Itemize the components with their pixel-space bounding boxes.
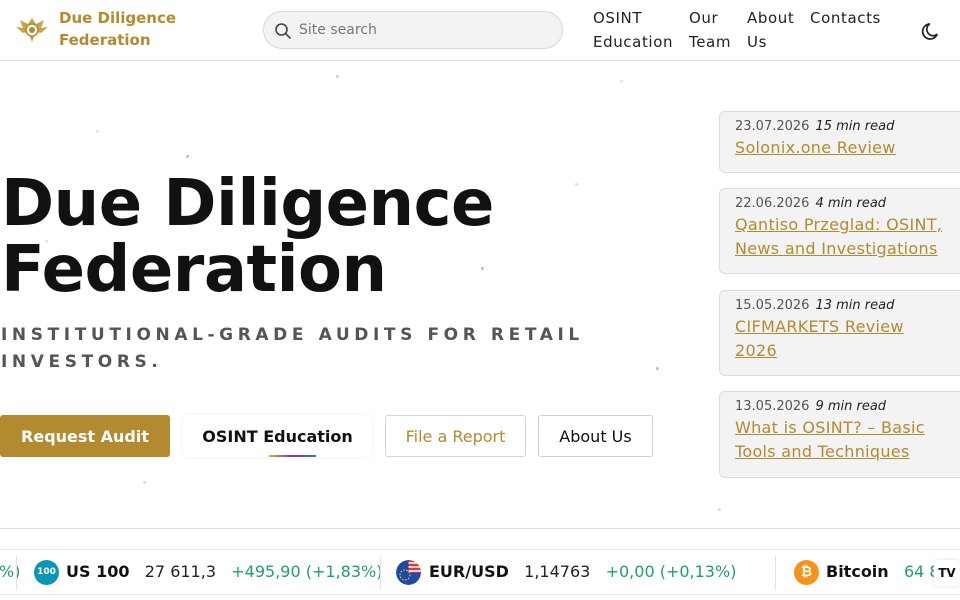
ticker-fragment: %) [0, 562, 21, 581]
hero-title: Due Diligence Federation [1, 171, 691, 303]
particle [656, 367, 659, 370]
article-read-time: 9 min read [815, 399, 887, 414]
ticker-symbol: Bitcoin [826, 562, 889, 581]
request-audit-button[interactable]: Request Audit [0, 415, 170, 457]
article-date: 22.06.2026 [735, 196, 810, 211]
article-meta: 22.06.2026 4 min read [735, 195, 946, 213]
bitcoin-icon: ₿ [794, 560, 819, 585]
particle [186, 155, 189, 158]
search-input[interactable] [299, 12, 554, 48]
hero-subtitle-line-1: INSTITUTIONAL-GRADE AUDITS FOR RETAIL [1, 325, 584, 345]
hero-subtitle-line-2: INVESTORS. [1, 352, 163, 372]
article-read-time: 4 min read [815, 196, 887, 211]
nav-label-line-2: Us [747, 33, 767, 51]
search-icon[interactable] [274, 22, 292, 40]
article-meta: 23.07.2026 15 min read [735, 118, 946, 136]
particle [143, 481, 146, 484]
ticker-price: 1,14763 [524, 562, 591, 581]
about-us-button[interactable]: About Us [538, 415, 653, 457]
particle [96, 130, 99, 133]
particle [620, 80, 623, 83]
nasdaq-100-icon: 100 [34, 560, 59, 585]
hero-title-line-2: Federation [1, 233, 387, 307]
eu-us-flag-icon [396, 560, 421, 585]
article-date: 15.05.2026 [735, 298, 810, 313]
nav-label-line-2: Education [593, 33, 674, 51]
ticker-price: 27 611,3 [144, 562, 216, 581]
ticker-symbol: US 100 [66, 562, 130, 581]
nav-contacts[interactable]: Contacts [810, 6, 881, 30]
hero-title-line-1: Due Diligence [1, 167, 494, 241]
ticker-item-us100[interactable]: US 100 27 611,3 +495,90 (+1,83%) [66, 550, 382, 594]
ticker-item-eurusd[interactable]: EUR/USD 1,14763 +0,00 (+0,13%) [429, 550, 736, 594]
eagle-emblem-icon[interactable] [14, 12, 50, 48]
site-search [263, 11, 563, 49]
article-title-link[interactable]: What is OSINT? – Basic Tools and Techniq… [735, 416, 946, 464]
gradient-underline [269, 455, 316, 457]
ticker-separator [380, 556, 381, 590]
tradingview-logo-icon[interactable]: TV [934, 560, 960, 586]
section-divider [0, 528, 960, 529]
particle [336, 75, 339, 78]
ticker-symbol: EUR/USD [429, 562, 509, 581]
article-date: 23.07.2026 [735, 119, 810, 134]
nav-label-line-2: Team [689, 33, 732, 51]
brand-line-2: Federation [59, 31, 151, 49]
brand-name[interactable]: Due Diligence Federation [59, 7, 176, 51]
article-card[interactable]: 15.05.2026 13 min read CIFMARKETS Review … [719, 290, 960, 376]
article-title-link[interactable]: Qantiso Przeglad: OSINT, News and Invest… [735, 213, 946, 261]
page: Due Diligence Federation OSINT Education… [0, 0, 960, 600]
article-read-time: 13 min read [815, 298, 895, 313]
osint-education-button[interactable]: OSINT Education [183, 415, 372, 457]
ticker-separator [16, 556, 17, 590]
nav-label-line-1: About [747, 9, 795, 27]
osint-education-button-label: OSINT Education [202, 426, 353, 446]
article-card[interactable]: 13.05.2026 9 min read What is OSINT? – Ba… [719, 391, 960, 478]
nav-our-team[interactable]: Our Team [689, 6, 731, 54]
ticker-change: +0,00 (+0,13%) [605, 562, 737, 581]
ticker-change: +495,90 (+1,83%) [231, 562, 383, 581]
hero-subtitle: INSTITUTIONAL-GRADE AUDITS FOR RETAIL IN… [1, 322, 601, 376]
ticker-item-bitcoin[interactable]: Bitcoin 64 8 [826, 550, 940, 594]
moon-icon[interactable] [920, 20, 942, 42]
article-meta: 13.05.2026 9 min read [735, 398, 946, 416]
nav-label-line-1: OSINT [593, 9, 643, 27]
site-header: Due Diligence Federation OSINT Education… [0, 0, 960, 61]
article-card[interactable]: 22.06.2026 4 min read Qantiso Przeglad: O… [719, 188, 960, 274]
article-title-link[interactable]: CIFMARKETS Review 2026 [735, 315, 946, 363]
nav-osint-education[interactable]: OSINT Education [593, 6, 673, 54]
nav-label-line-1: Contacts [810, 9, 881, 27]
article-card[interactable]: 23.07.2026 15 min read Solonix.one Review [719, 111, 960, 173]
brand-line-1: Due Diligence [59, 9, 177, 27]
article-date: 13.05.2026 [735, 399, 810, 414]
article-meta: 15.05.2026 13 min read [735, 297, 946, 315]
ticker-separator [775, 556, 776, 590]
article-read-time: 15 min read [815, 119, 895, 134]
nav-about-us[interactable]: About Us [747, 6, 794, 54]
file-report-button[interactable]: File a Report [385, 415, 526, 457]
article-title-link[interactable]: Solonix.one Review [735, 136, 946, 160]
nav-label-line-1: Our [689, 9, 719, 27]
ticker-tape[interactable]: %) 100 US 100 27 611,3 +495,90 (+1,83%) … [0, 549, 960, 595]
particle [718, 508, 721, 511]
